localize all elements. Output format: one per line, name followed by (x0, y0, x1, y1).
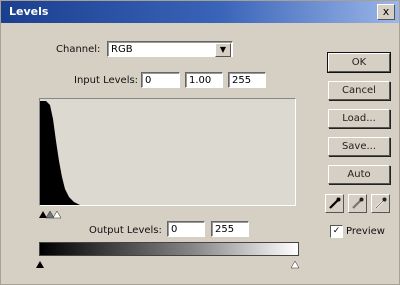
white-eyedropper-button[interactable] (371, 194, 390, 213)
channel-label: Channel: (56, 44, 101, 55)
input-slider (39, 210, 62, 219)
input-levels-label: Input Levels: (74, 75, 139, 86)
gray-point-eyedropper-icon (352, 197, 364, 209)
black-eyedropper-button[interactable] (325, 194, 344, 213)
output-slider-track[interactable] (35, 255, 301, 269)
channel-select-value: RGB (111, 44, 133, 55)
input-white-field[interactable]: 255 (228, 72, 266, 88)
input-gamma-slider[interactable] (45, 210, 55, 219)
auto-button[interactable]: Auto (328, 165, 390, 184)
ok-button[interactable]: OK (327, 52, 391, 73)
preview-checkbox[interactable]: ✓ (330, 225, 343, 238)
preview-label: Preview (346, 226, 385, 237)
chevron-down-icon[interactable]: ▼ (215, 43, 231, 57)
load-button[interactable]: Load... (328, 109, 390, 128)
histogram-shape (40, 101, 80, 205)
save-button[interactable]: Save... (328, 137, 390, 156)
output-white-slider[interactable] (290, 260, 300, 269)
output-black-slider[interactable] (36, 261, 44, 268)
output-black-field[interactable]: 0 (167, 221, 205, 237)
output-gradient-bar (39, 242, 299, 256)
input-white-slider[interactable] (52, 210, 62, 219)
levels-dialog: Levels x Channel: RGB ▼ Input Levels: 0 … (0, 0, 400, 285)
input-black-field[interactable]: 0 (141, 72, 180, 88)
input-gamma-field[interactable]: 1.00 (185, 72, 223, 88)
output-white-field[interactable]: 255 (211, 221, 249, 237)
input-slider-track[interactable] (39, 205, 297, 219)
white-point-eyedropper-icon (375, 197, 387, 209)
gray-eyedropper-button[interactable] (348, 194, 367, 213)
output-slider (36, 260, 300, 269)
output-levels-label: Output Levels: (89, 225, 162, 236)
histogram (39, 98, 296, 206)
input-black-slider[interactable] (39, 211, 47, 218)
cancel-button[interactable]: Cancel (328, 81, 390, 100)
title-bar[interactable]: Levels x (1, 1, 399, 23)
histogram-graph (40, 101, 80, 205)
window-title: Levels (9, 5, 49, 18)
close-button[interactable]: x (377, 4, 395, 20)
channel-select[interactable]: RGB ▼ (107, 41, 233, 57)
black-point-eyedropper-icon (329, 197, 341, 209)
